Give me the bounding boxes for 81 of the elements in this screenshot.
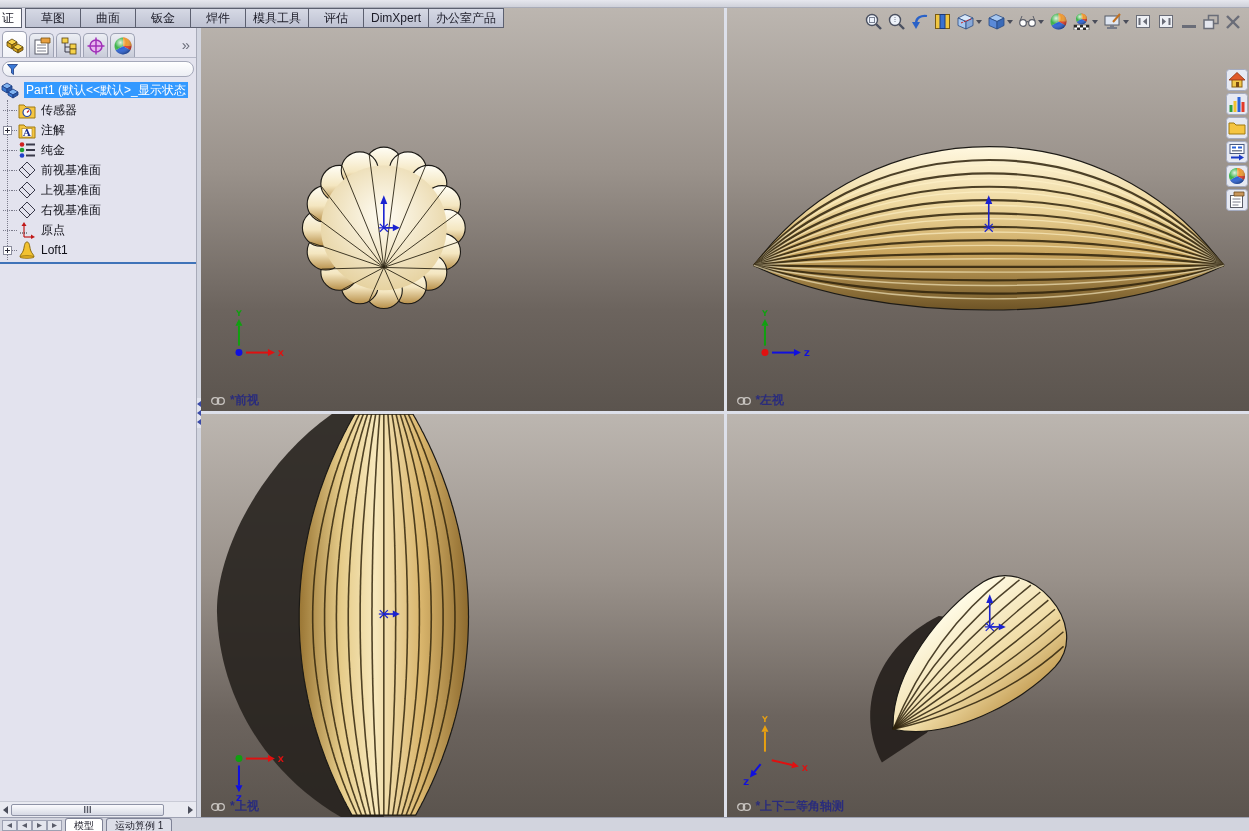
tree-item[interactable]: 上视基准面 <box>39 182 103 198</box>
color-ball-icon <box>113 36 132 55</box>
plane-icon <box>18 161 36 179</box>
origin-marker-icon <box>378 195 400 233</box>
magnifier-icon[interactable] <box>888 13 905 30</box>
color-ball-icon[interactable] <box>1050 13 1067 30</box>
tab-scroll-arrows-icon[interactable] <box>2 820 62 831</box>
tree-item[interactable]: 原点 <box>39 222 67 238</box>
command-tab[interactable]: 证 <box>0 8 22 28</box>
chain-link-icon <box>211 802 225 811</box>
cube-icon[interactable] <box>988 13 1005 30</box>
origin-marker-icon <box>983 594 1006 632</box>
panel-tab[interactable] <box>29 33 54 57</box>
back-arrow-icon[interactable] <box>911 13 928 30</box>
caret-icon[interactable] <box>1007 19 1013 24</box>
home-icon[interactable] <box>1226 69 1248 91</box>
ball-on-checkerboard-icon[interactable] <box>1073 13 1090 30</box>
chain-link-icon <box>736 802 751 811</box>
origin-axes-icon <box>18 221 36 239</box>
close-icon[interactable] <box>1225 13 1241 30</box>
glasses-icon[interactable] <box>1019 13 1036 30</box>
tree-blocks-icon <box>59 36 78 55</box>
window-left-icon[interactable] <box>1135 13 1152 30</box>
caret-icon[interactable] <box>1092 19 1098 24</box>
command-tab[interactable]: 办公室产品 <box>428 8 504 28</box>
sliced-block-icon[interactable] <box>934 13 951 30</box>
panel-collapse-handle[interactable] <box>197 397 201 428</box>
scroll-right-icon[interactable] <box>188 805 193 814</box>
plane-icon <box>18 201 36 219</box>
colored-bars-icon <box>18 141 36 159</box>
scroll-left-icon[interactable] <box>3 805 8 814</box>
tree-item[interactable]: Loft1 <box>39 242 70 258</box>
scrollbar-thumb[interactable] <box>11 803 164 816</box>
horizontal-scrollbar[interactable] <box>0 801 196 817</box>
gauge-folder-icon <box>18 101 36 119</box>
expand-icon[interactable] <box>3 125 12 135</box>
panel-tab[interactable] <box>2 31 27 57</box>
restore-icon[interactable] <box>1203 13 1219 30</box>
property-sheet-icon <box>32 36 51 55</box>
magnifier-icon[interactable] <box>865 13 882 30</box>
tree-item[interactable]: 纯金 <box>39 142 67 158</box>
caret-icon[interactable] <box>1038 19 1044 24</box>
tree-item[interactable]: 前视基准面 <box>39 162 103 178</box>
command-tab[interactable]: DimXpert <box>363 8 429 28</box>
grip-icon <box>84 806 91 813</box>
command-tab[interactable]: 模具工具 <box>245 8 309 28</box>
bottom-tab[interactable]: 运动算例 1 <box>106 818 173 831</box>
cube-icon[interactable] <box>957 13 974 30</box>
panel-tab[interactable] <box>110 33 135 57</box>
caret-icon[interactable] <box>1123 19 1129 24</box>
command-tab[interactable]: 草图 <box>25 8 81 28</box>
monitor-icon[interactable] <box>1104 13 1121 30</box>
panel-tab[interactable] <box>56 33 81 57</box>
tree-item[interactable]: 右视基准面 <box>39 202 103 218</box>
plane-icon <box>18 181 36 199</box>
bell-solid-icon <box>18 241 36 259</box>
color-ball-icon[interactable] <box>1226 165 1248 187</box>
collapse-arrows-icon <box>197 399 201 426</box>
command-tab[interactable]: 曲面 <box>80 8 136 28</box>
letter-folder-icon: A <box>18 121 36 139</box>
chain-link-icon <box>736 396 751 405</box>
command-tab[interactable]: 钣金 <box>135 8 191 28</box>
more-tabs-chevron[interactable]: » <box>181 36 190 52</box>
bottom-tab[interactable]: 模型 <box>65 818 103 831</box>
tree-item[interactable]: 传感器 <box>39 102 79 118</box>
expand-icon[interactable] <box>3 245 12 255</box>
crosshair-icon <box>86 36 105 55</box>
chain-link-icon <box>211 396 225 405</box>
part-blocks-icon <box>1 81 19 99</box>
clipboard-icon[interactable] <box>1226 189 1248 211</box>
command-tab[interactable]: 评估 <box>308 8 364 28</box>
panel-tab[interactable] <box>83 33 108 57</box>
origin-marker-icon <box>378 609 400 619</box>
window-right-icon[interactable] <box>1158 13 1175 30</box>
filter-icon <box>7 63 18 75</box>
tree-item[interactable]: 注解 <box>39 122 67 138</box>
bar-chart-icon[interactable] <box>1226 93 1248 115</box>
filter-field[interactable] <box>2 61 194 77</box>
origin-marker-icon <box>982 195 994 233</box>
caret-icon[interactable] <box>976 19 982 24</box>
command-tab[interactable]: 焊件 <box>190 8 246 28</box>
